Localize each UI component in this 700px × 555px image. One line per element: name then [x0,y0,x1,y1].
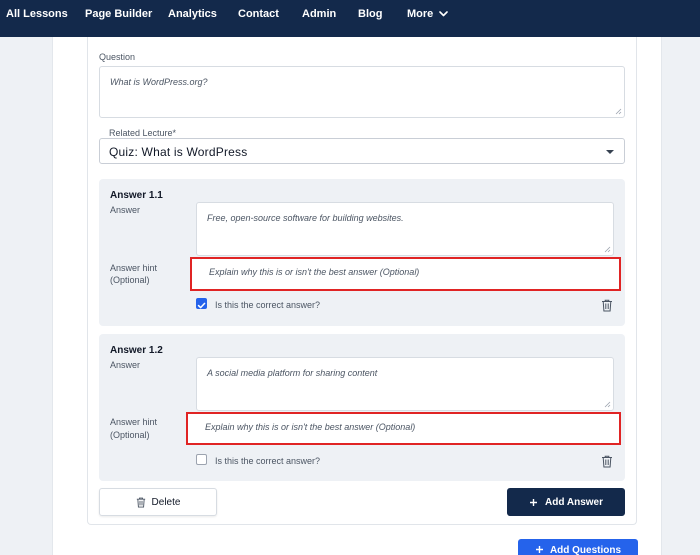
answer-2-correct-checkbox[interactable] [196,454,207,465]
plus-icon [530,498,538,506]
answer-1-answer-label: Answer [110,205,141,215]
nav-item-admin[interactable]: Admin [302,8,336,20]
trash-icon [136,497,145,508]
trash-icon[interactable] [601,299,613,312]
answer-2-hint-label: Answer hint [110,417,158,427]
add-answer-button-label: Add Answer [545,496,603,508]
left-gutter [0,37,52,555]
answer-2-title: Answer 1.2 [110,345,163,356]
nav-item-more-label: More [407,8,434,20]
chevron-down-icon [439,8,449,20]
answer-2-hint-placeholder: Explain why this is or isn't the best an… [205,422,416,432]
add-answer-button[interactable]: Add Answer [507,488,625,516]
nav-item-page-builder[interactable]: Page Builder [85,8,152,20]
resize-handle-icon[interactable] [604,401,611,408]
nav-item-analytics[interactable]: Analytics [168,8,217,20]
nav-item-blog[interactable]: Blog [358,8,382,20]
delete-button-label: Delete [151,496,181,508]
right-gutter [662,37,700,555]
add-questions-button-label: Add Questions [549,545,622,555]
plus-icon [535,546,543,553]
answer-2-hint-input[interactable]: Explain why this is or isn't the best an… [186,412,621,445]
related-lecture-label: Related Lecture* [109,128,177,138]
answer-1-correct-checkbox[interactable] [196,298,207,309]
related-lecture-value: Quiz: What is WordPress [109,145,248,159]
answer-2-text: A social media platform for sharing cont… [207,368,378,378]
question-text: What is WordPress.org? [110,77,208,87]
resize-handle-icon[interactable] [604,246,611,253]
answer-1-hint-label: Answer hint [110,263,158,273]
answer-2-hint-optional: (Optional) [110,430,150,440]
related-lecture-select[interactable]: Quiz: What is WordPress [99,138,625,164]
answer-1-text: Free, open-source software for building … [207,213,404,223]
answer-2-correct-label: Is this the correct answer? [215,456,321,466]
answer-2-answer-label: Answer [110,360,141,370]
answer-1-hint-placeholder: Explain why this is or isn't the best an… [209,267,420,277]
delete-button[interactable]: Delete [99,488,217,516]
nav-item-more[interactable]: More [407,8,449,20]
trash-icon[interactable] [601,455,613,468]
answer-1-hint-optional: (Optional) [110,275,150,285]
top-nav: All Lessons Page Builder Analytics Conta… [0,0,700,37]
caret-down-icon [606,150,614,154]
answer-1-correct-label: Is this the correct answer? [215,300,321,310]
checkmark-icon [197,302,206,309]
answer-1-textarea[interactable]: Free, open-source software for building … [196,202,614,256]
nav-item-contact[interactable]: Contact [238,8,279,20]
question-textarea[interactable]: What is WordPress.org? [99,66,625,118]
answer-1-hint-input[interactable]: Explain why this is or isn't the best an… [190,257,621,291]
resize-handle-icon[interactable] [615,108,622,115]
question-label: Question [99,52,136,62]
nav-item-all-lessons[interactable]: All Lessons [6,8,68,20]
answer-1-title: Answer 1.1 [110,190,163,201]
answer-2-textarea[interactable]: A social media platform for sharing cont… [196,357,614,411]
add-questions-button[interactable]: Add Questions [518,539,638,555]
